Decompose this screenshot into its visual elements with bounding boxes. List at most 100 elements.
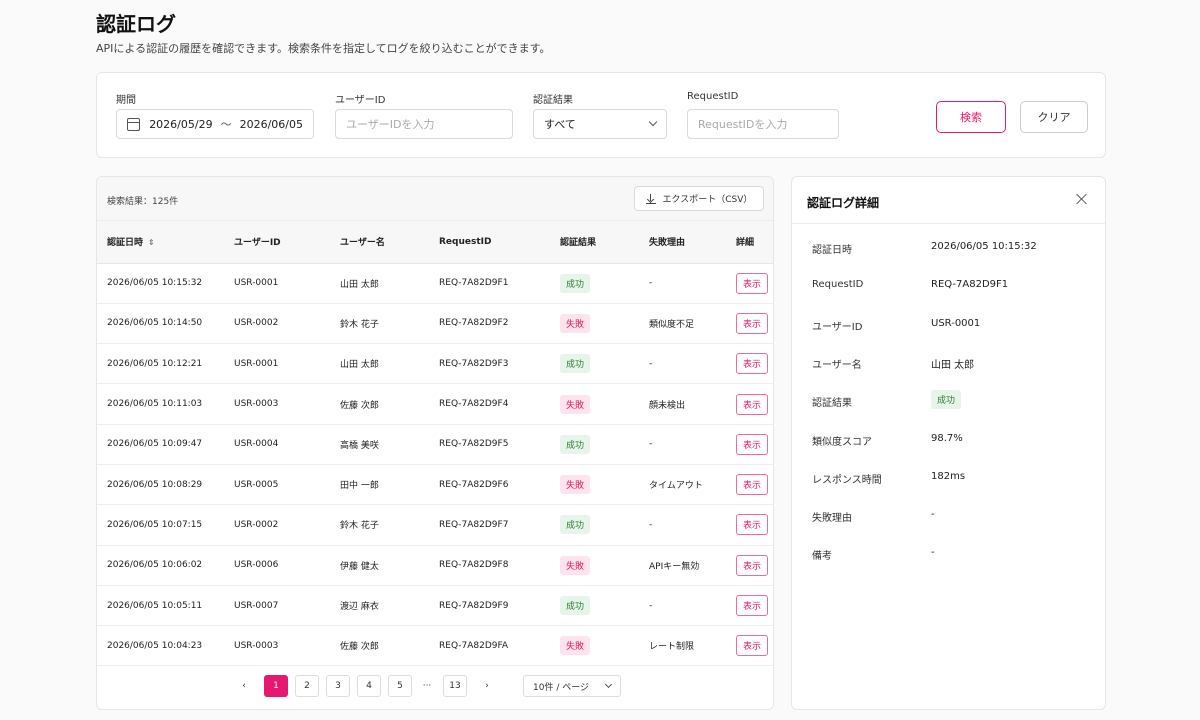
- cell-datetime: 2026/06/05 10:15:32: [97, 263, 224, 304]
- date-range-picker[interactable]: 2026/05/29 〜 2026/06/05: [116, 109, 314, 139]
- close-icon[interactable]: [1076, 193, 1088, 205]
- page-4-button[interactable]: 4: [357, 675, 381, 697]
- export-label: エクスポート（CSV）: [662, 195, 753, 205]
- detail-key: ユーザー名: [812, 359, 862, 371]
- view-detail-button[interactable]: 表示: [736, 635, 769, 657]
- detail-row: ユーザー名 山田 太郎: [792, 352, 1105, 372]
- search-filter-panel: 期間 2026/05/29 〜 2026/06/05 ユーザーID ユーザーID…: [96, 72, 1106, 158]
- table-row[interactable]: 2026/06/05 10:14:50 USR-0002 鈴木 花子 REQ-7A82…: [97, 303, 773, 345]
- view-detail-button[interactable]: 表示: [736, 353, 769, 375]
- column-header-datetime[interactable]: 認証日時 ⇕: [97, 221, 224, 264]
- cell-result: 成功: [550, 424, 639, 465]
- auth-log-table: 認証日時 ⇕ ユーザーID ユーザー名 RequestID 認証結果 失敗理由 詳…: [97, 221, 773, 667]
- cell-user-id: USR-0002: [224, 303, 330, 345]
- cell-result: 失敗: [550, 545, 639, 586]
- page-title: 認証ログ: [96, 12, 176, 36]
- detail-value: 成功: [931, 390, 962, 410]
- status-badge: 失敗: [560, 475, 591, 495]
- table-row[interactable]: 2026/06/05 10:08:29 USR-0005 田中 一郎 REQ-7A82…: [97, 464, 773, 506]
- view-detail-button[interactable]: 表示: [736, 595, 769, 617]
- request-id-input[interactable]: RequestIDを入力: [687, 109, 839, 139]
- cell-detail: 表示: [726, 424, 773, 465]
- page-description: APIによる認証の履歴を確認できます。検索条件を指定してログを絞り込むことができ…: [96, 42, 551, 55]
- date-separator: 〜: [220, 118, 232, 131]
- detail-key: 失敗理由: [812, 513, 852, 525]
- cell-reason: -: [639, 424, 726, 465]
- table-row[interactable]: 2026/06/05 10:07:15 USR-0002 鈴木 花子 REQ-7A82…: [97, 504, 773, 546]
- cell-detail: 表示: [726, 303, 773, 345]
- view-detail-button[interactable]: 表示: [736, 554, 769, 576]
- column-header-user-name: ユーザー名: [330, 221, 429, 264]
- sort-icon[interactable]: ⇕: [148, 238, 155, 247]
- cell-user-name: 山田 太郎: [330, 263, 429, 304]
- cell-detail: 表示: [726, 545, 773, 586]
- export-csv-button[interactable]: エクスポート（CSV）: [634, 186, 764, 211]
- chevron-down-icon: [604, 680, 613, 689]
- column-header-result: 認証結果: [550, 221, 639, 264]
- page-2-button[interactable]: 2: [295, 675, 319, 697]
- cell-request-id: REQ-7A82D9F8: [429, 545, 550, 586]
- detail-key: 備考: [812, 551, 832, 563]
- status-badge: 失敗: [560, 394, 591, 414]
- pagination: ‹ 1 2 3 4 5 ··· 13 › 10件 / ページ: [97, 665, 773, 709]
- cell-request-id: REQ-7A82D9F1: [429, 263, 550, 304]
- detail-row: 失敗理由 -: [792, 505, 1105, 525]
- table-row[interactable]: 2026/06/05 10:04:23 USR-0003 佐藤 次郎 REQ-7A82…: [97, 625, 773, 667]
- user-id-label: ユーザーID: [335, 95, 386, 106]
- view-detail-button[interactable]: 表示: [736, 312, 769, 334]
- search-button[interactable]: 検索: [936, 101, 1006, 133]
- table-row[interactable]: 2026/06/05 10:05:11 USR-0007 渡辺 麻衣 REQ-7A82…: [97, 585, 773, 627]
- detail-row: 認証日時 2026/06/05 10:15:32: [792, 237, 1105, 257]
- table-row[interactable]: 2026/06/05 10:09:47 USR-0004 高橋 美咲 REQ-7A82…: [97, 424, 773, 465]
- detail-row: 備考 -: [792, 543, 1105, 563]
- view-detail-button[interactable]: 表示: [736, 474, 769, 496]
- cell-reason: -: [639, 585, 726, 627]
- cell-user-name: 渡辺 麻衣: [330, 585, 429, 627]
- detail-title: 認証ログ詳細: [807, 196, 880, 210]
- result-select-value: すべて: [544, 118, 576, 131]
- status-badge: 失敗: [560, 555, 591, 575]
- user-id-input[interactable]: ユーザーIDを入力: [335, 109, 513, 139]
- status-badge: 成功: [560, 273, 591, 293]
- page-size-select[interactable]: 10件 / ページ: [523, 675, 621, 697]
- view-detail-button[interactable]: 表示: [736, 433, 769, 455]
- cell-result: 成功: [550, 504, 639, 546]
- page-3-button[interactable]: 3: [326, 675, 350, 697]
- table-row[interactable]: 2026/06/05 10:12:21 USR-0001 山田 太郎 REQ-7A82…: [97, 343, 773, 385]
- cell-datetime: 2026/06/05 10:12:21: [97, 343, 224, 385]
- view-detail-button[interactable]: 表示: [736, 272, 769, 294]
- cell-datetime: 2026/06/05 10:14:50: [97, 303, 224, 345]
- view-detail-button[interactable]: 表示: [736, 393, 769, 415]
- date-from: 2026/05/29: [149, 117, 213, 131]
- page-5-button[interactable]: 5: [388, 675, 412, 697]
- table-row[interactable]: 2026/06/05 10:15:32 USR-0001 山田 太郎 REQ-7A82…: [97, 263, 773, 304]
- cell-result: 成功: [550, 263, 639, 304]
- detail-key: レスポンス時間: [812, 474, 882, 486]
- table-row[interactable]: 2026/06/05 10:11:03 USR-0003 佐藤 次郎 REQ-7A82…: [97, 383, 773, 425]
- next-page-button[interactable]: ›: [475, 675, 499, 697]
- clear-button[interactable]: クリア: [1020, 101, 1088, 133]
- status-badge: 成功: [931, 390, 962, 410]
- cell-request-id: REQ-7A82D9F3: [429, 343, 550, 385]
- view-detail-button[interactable]: 表示: [736, 514, 769, 536]
- cell-reason: レート制限: [639, 625, 726, 667]
- request-id-placeholder: RequestIDを入力: [698, 118, 788, 131]
- detail-divider: [792, 223, 1105, 224]
- page-13-button[interactable]: 13: [443, 675, 467, 697]
- result-select[interactable]: すべて: [533, 109, 667, 139]
- cell-reason: -: [639, 263, 726, 304]
- cell-user-id: USR-0003: [224, 383, 330, 425]
- cell-detail: 表示: [726, 625, 773, 667]
- cell-user-name: 鈴木 花子: [330, 303, 429, 345]
- table-row[interactable]: 2026/06/05 10:06:02 USR-0006 伊藤 健太 REQ-7A82…: [97, 545, 773, 586]
- date-to: 2026/06/05: [239, 117, 303, 131]
- cell-request-id: REQ-7A82D9F5: [429, 424, 550, 465]
- prev-page-button[interactable]: ‹: [232, 675, 256, 697]
- column-header-detail: 詳細: [726, 221, 773, 264]
- cell-reason: -: [639, 343, 726, 385]
- results-toolbar: 検索結果：125件 エクスポート（CSV）: [97, 177, 773, 221]
- status-badge: 成功: [560, 434, 591, 454]
- cell-detail: 表示: [726, 504, 773, 546]
- page-1-button[interactable]: 1: [264, 675, 288, 697]
- cell-user-name: 山田 太郎: [330, 343, 429, 385]
